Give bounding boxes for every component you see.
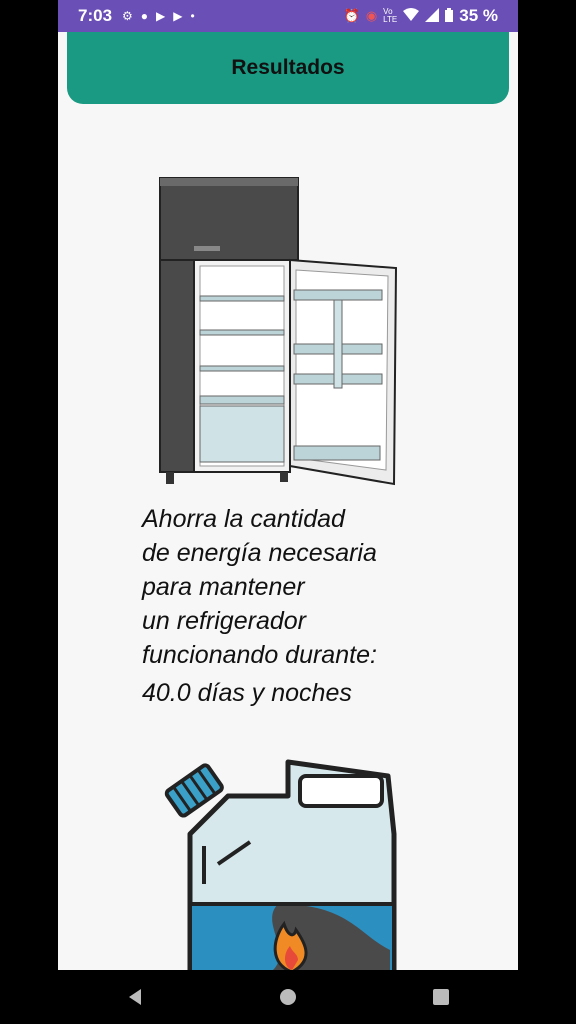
page-title: Resultados [231, 56, 345, 79]
message-line: funcionando durante: [142, 641, 377, 669]
record-icon: ◉ [365, 8, 378, 23]
settings-icon: ⚙ [122, 9, 133, 23]
notification-icons: ⚙ ● ▶ ▶ • [122, 9, 195, 23]
signal-icon [425, 7, 440, 25]
recents-icon[interactable] [421, 977, 461, 1017]
home-icon[interactable] [268, 977, 308, 1017]
youtube-icon: ▶ [156, 9, 166, 23]
battery-icon [445, 7, 454, 25]
system-icons: ⏰ ◉ Vo LTE 35 % [344, 6, 498, 26]
status-bar: 7:03 ⚙ ● ▶ ▶ • ⏰ ◉ Vo LTE 35 % [58, 0, 518, 32]
battery-percent: 35 % [459, 6, 498, 25]
navigation-bar [58, 970, 518, 1024]
volte-icon: Vo LTE [383, 7, 398, 24]
refrigerator-illustration [159, 177, 398, 486]
results-header: Resultados [67, 32, 509, 104]
wifi-icon [403, 7, 420, 25]
message-line: de energía necesaria [142, 539, 377, 567]
message-line: para mantener [142, 573, 305, 601]
youtube-icon: ▶ [173, 9, 183, 23]
chat-icon: ● [140, 9, 149, 23]
status-time: 7:03 [78, 6, 113, 25]
dot-icon: • [190, 9, 195, 23]
alarm-icon: ⏰ [343, 8, 360, 23]
back-icon[interactable] [115, 977, 155, 1017]
result-value: 40.0 días y noches [142, 679, 352, 707]
result-message: Ahorra la cantidad de energía necesaria … [142, 502, 482, 710]
fuel-jerrycan-illustration [164, 759, 397, 970]
message-line: Ahorra la cantidad [142, 505, 345, 533]
message-line: un refrigerador [142, 607, 306, 635]
results-screen: Resultados Ahorra la cantidad de energía… [58, 32, 518, 970]
